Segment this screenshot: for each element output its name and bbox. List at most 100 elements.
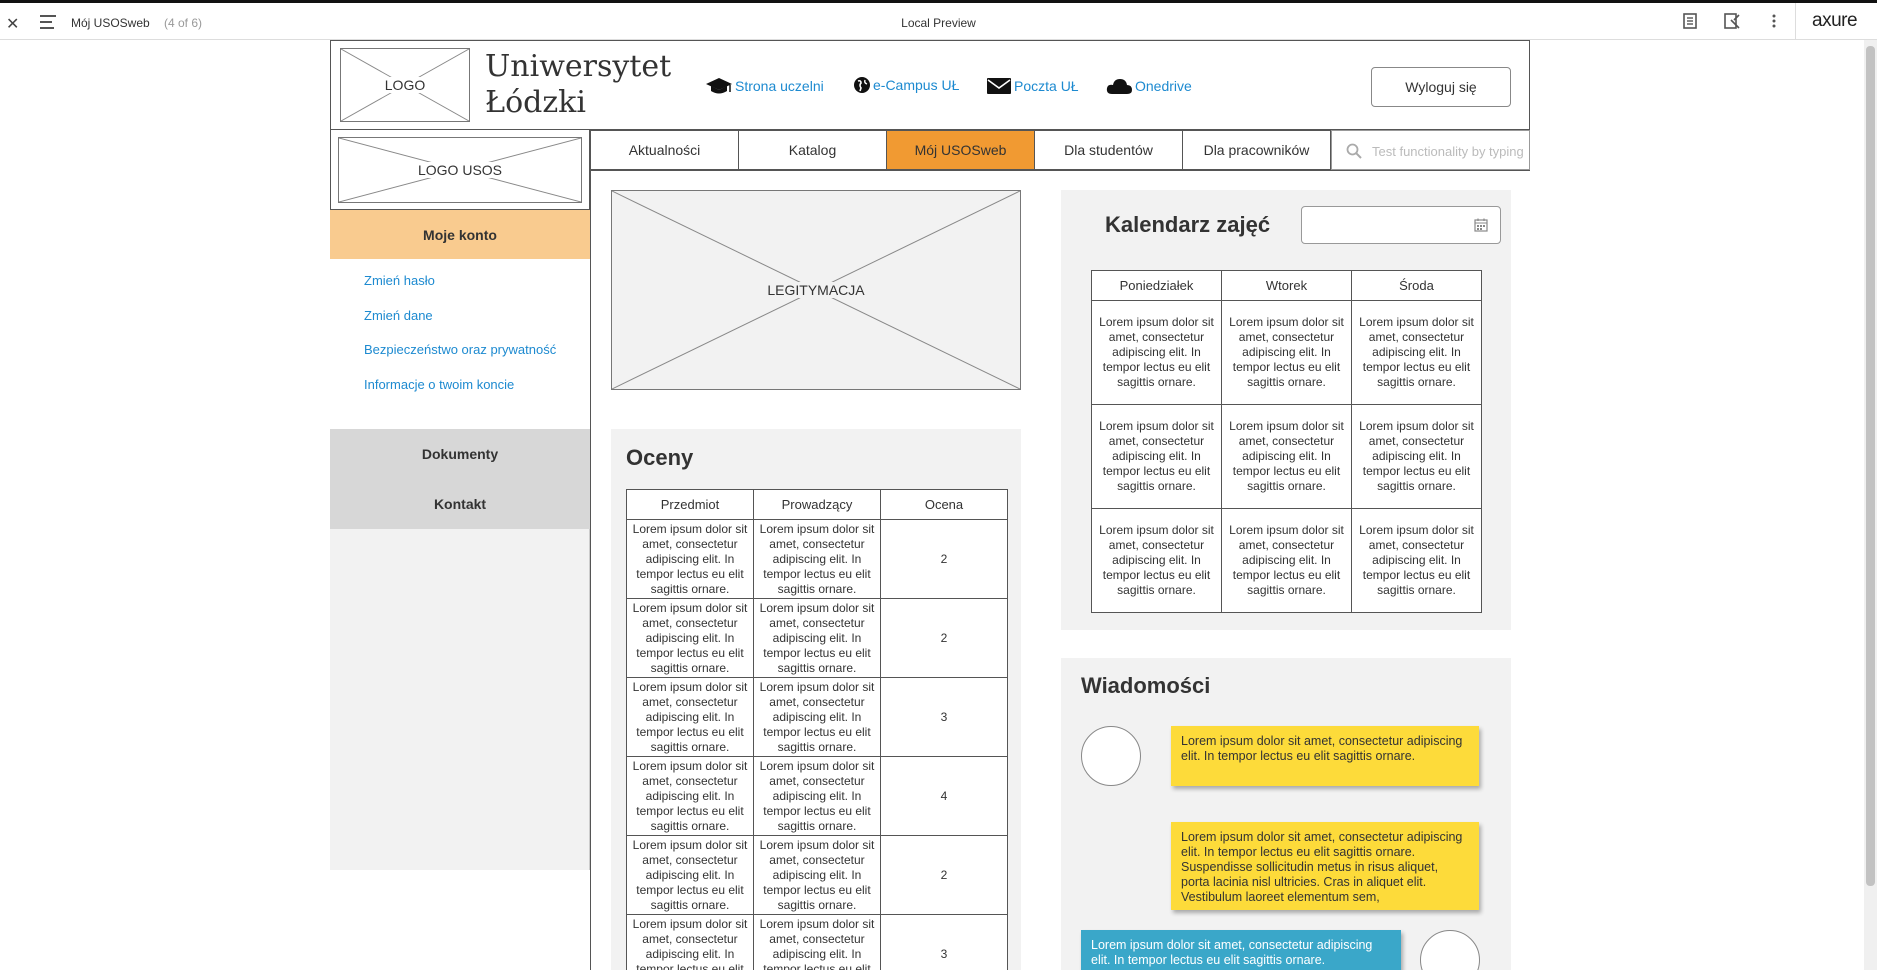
grade-subject: Lorem ipsum dolor sit amet, consectetur … — [626, 756, 754, 836]
main-content: LEGITYMACJA Oceny Przedmiot Prowadzący O… — [590, 171, 1530, 970]
close-icon[interactable]: ✕ — [6, 14, 19, 34]
calendar-title: Kalendarz zajęć — [1105, 212, 1271, 237]
sidebar-link-zmien-dane[interactable]: Zmień dane — [364, 308, 433, 323]
logo-usos-label: LOGO USOS — [414, 162, 506, 178]
preview-title: Local Preview — [901, 16, 976, 30]
tab-dla-studentow[interactable]: Dla studentów — [1034, 130, 1183, 170]
university-name: Uniwersytet Łódzki — [485, 49, 671, 121]
logo-label: LOGO — [381, 77, 429, 93]
sidebar-link-zmien-haslo[interactable]: Zmień hasło — [364, 273, 435, 288]
grade-teacher: Lorem ipsum dolor sit amet, consectetur … — [753, 677, 881, 757]
calendar-cell: Lorem ipsum dolor sit amet, consectetur … — [1091, 404, 1222, 509]
sidebar-item-kontakt[interactable]: Kontakt — [330, 479, 590, 529]
avatar — [1081, 726, 1141, 786]
more-icon[interactable] — [1765, 12, 1785, 32]
date-picker[interactable] — [1301, 206, 1501, 244]
grade-subject: Lorem ipsum dolor sit amet, consectetur … — [626, 914, 754, 970]
page-name: Mój USOSweb — [71, 16, 150, 30]
calendar-cell: Lorem ipsum dolor sit amet, consectetur … — [1221, 508, 1352, 613]
table-row: Lorem ipsum dolor sit amet, consectetur … — [1091, 300, 1482, 405]
search-box — [1331, 130, 1530, 170]
column-header: Środa — [1351, 270, 1482, 301]
tab-aktualnosci[interactable]: Aktualności — [590, 130, 739, 170]
tab-moj-usosweb[interactable]: Mój USOSweb — [886, 130, 1035, 170]
calendar-cell: Lorem ipsum dolor sit amet, consectetur … — [1351, 508, 1482, 613]
cloud-icon — [1106, 79, 1132, 94]
calendar-cell: Lorem ipsum dolor sit amet, consectetur … — [1091, 300, 1222, 405]
page-scrollbar[interactable] — [1864, 40, 1877, 970]
grade-value: 3 — [880, 677, 1008, 757]
column-header: Poniedziałek — [1091, 270, 1222, 301]
logo-usos-container: LOGO USOS — [330, 130, 590, 210]
calendar-cell: Lorem ipsum dolor sit amet, consectetur … — [1091, 508, 1222, 613]
page-count: (4 of 6) — [164, 16, 203, 30]
link-poczta[interactable]: Poczta UŁ — [986, 76, 1079, 96]
site-header: LOGO Uniwersytet Łódzki Strona uczelni e… — [330, 40, 1530, 130]
avatar — [1420, 930, 1480, 970]
link-label: Strona uczelni — [735, 78, 824, 94]
messages-panel: Wiadomości Lorem ipsum dolor sit amet, c… — [1061, 658, 1511, 970]
legitymacja-placeholder: LEGITYMACJA — [611, 190, 1021, 390]
sidebar-item-dokumenty[interactable]: Dokumenty — [330, 429, 590, 479]
legitymacja-label: LEGITYMACJA — [764, 282, 868, 298]
grade-value: 2 — [880, 598, 1008, 678]
grade-teacher: Lorem ipsum dolor sit amet, consectetur … — [753, 519, 881, 599]
search-input[interactable] — [1372, 140, 1527, 162]
inspect-icon[interactable] — [1723, 12, 1743, 32]
calendar-table: Poniedziałek Wtorek Środa Lorem ipsum do… — [1091, 270, 1482, 613]
axure-toolbar: ✕ Mój USOSweb (4 of 6) Local Preview axu… — [0, 0, 1877, 40]
calendar-cell: Lorem ipsum dolor sit amet, consectetur … — [1351, 300, 1482, 405]
grades-panel: Oceny Przedmiot Prowadzący Ocena Lorem i… — [611, 429, 1021, 970]
scrollbar-thumb[interactable] — [1866, 46, 1875, 886]
table-row: Lorem ipsum dolor sit amet, consectetur … — [626, 598, 1008, 678]
grade-subject: Lorem ipsum dolor sit amet, consectetur … — [626, 835, 754, 915]
envelope-icon — [987, 78, 1011, 94]
grade-teacher: Lorem ipsum dolor sit amet, consectetur … — [753, 756, 881, 836]
sidebar: LOGO USOS Moje konto Zmień hasło Zmień d… — [330, 130, 590, 870]
sidebar-link-informacje[interactable]: Informacje o twoim koncie — [364, 377, 514, 392]
calendar-panel: Kalendarz zajęć Poniedziałek Wtorek Środ… — [1061, 190, 1511, 630]
globe-icon — [854, 77, 870, 93]
grade-value: 2 — [880, 519, 1008, 599]
grade-subject: Lorem ipsum dolor sit amet, consectetur … — [626, 598, 754, 678]
grade-teacher: Lorem ipsum dolor sit amet, consectetur … — [753, 835, 881, 915]
link-strona-uczelni[interactable]: Strona uczelni — [705, 76, 824, 96]
column-header: Przedmiot — [626, 489, 754, 520]
column-header: Ocena — [880, 489, 1008, 520]
university-name-line1: Uniwersytet — [485, 49, 672, 84]
logout-button[interactable]: Wyloguj się — [1371, 67, 1511, 107]
logo-usos-placeholder: LOGO USOS — [338, 137, 582, 203]
grades-title: Oceny — [626, 445, 694, 470]
table-row: Lorem ipsum dolor sit amet, consectetur … — [626, 519, 1008, 599]
sidebar-link-bezpieczenstwo[interactable]: Bezpieczeństwo oraz prywatność — [364, 342, 556, 357]
message-bubble: Lorem ipsum dolor sit amet, consectetur … — [1081, 930, 1401, 970]
column-header: Wtorek — [1221, 270, 1352, 301]
grade-value: 2 — [880, 835, 1008, 915]
link-e-campus[interactable]: e-Campus UŁ — [853, 76, 959, 94]
grades-table: Przedmiot Prowadzący Ocena Lorem ipsum d… — [626, 489, 1008, 970]
message-bubble: Lorem ipsum dolor sit amet, consectetur … — [1171, 822, 1479, 910]
sidebar-item-moje-konto[interactable]: Moje konto — [330, 210, 590, 259]
page-frame: LOGO Uniwersytet Łódzki Strona uczelni e… — [330, 40, 1530, 970]
tab-katalog[interactable]: Katalog — [738, 130, 887, 170]
logo-placeholder: LOGO — [340, 48, 470, 122]
link-label: Poczta UŁ — [1014, 78, 1079, 94]
grade-teacher: Lorem ipsum dolor sit amet, consectetur … — [753, 914, 881, 970]
main-nav: Aktualności Katalog Mój USOSweb Dla stud… — [590, 130, 1530, 171]
grade-teacher: Lorem ipsum dolor sit amet, consectetur … — [753, 598, 881, 678]
table-row: Lorem ipsum dolor sit amet, consectetur … — [1091, 508, 1482, 613]
calendar-cell: Lorem ipsum dolor sit amet, consectetur … — [1351, 404, 1482, 509]
link-label: e-Campus UŁ — [873, 77, 960, 93]
calendar-cell: Lorem ipsum dolor sit amet, consectetur … — [1221, 404, 1352, 509]
messages-title: Wiadomości — [1081, 673, 1211, 698]
sidebar-links: Zmień hasło Zmień dane Bezpieczeństwo or… — [330, 259, 590, 429]
link-onedrive[interactable]: Onedrive — [1105, 76, 1192, 96]
table-row: Lorem ipsum dolor sit amet, consectetur … — [626, 835, 1008, 915]
calendar-cell: Lorem ipsum dolor sit amet, consectetur … — [1221, 300, 1352, 405]
table-row: Lorem ipsum dolor sit amet, consectetur … — [626, 677, 1008, 757]
calendar-icon[interactable] — [1474, 218, 1488, 232]
grade-value: 4 — [880, 756, 1008, 836]
notes-icon[interactable] — [1681, 12, 1701, 32]
tab-dla-pracownikow[interactable]: Dla pracowników — [1182, 130, 1331, 170]
menu-icon[interactable] — [40, 15, 56, 33]
